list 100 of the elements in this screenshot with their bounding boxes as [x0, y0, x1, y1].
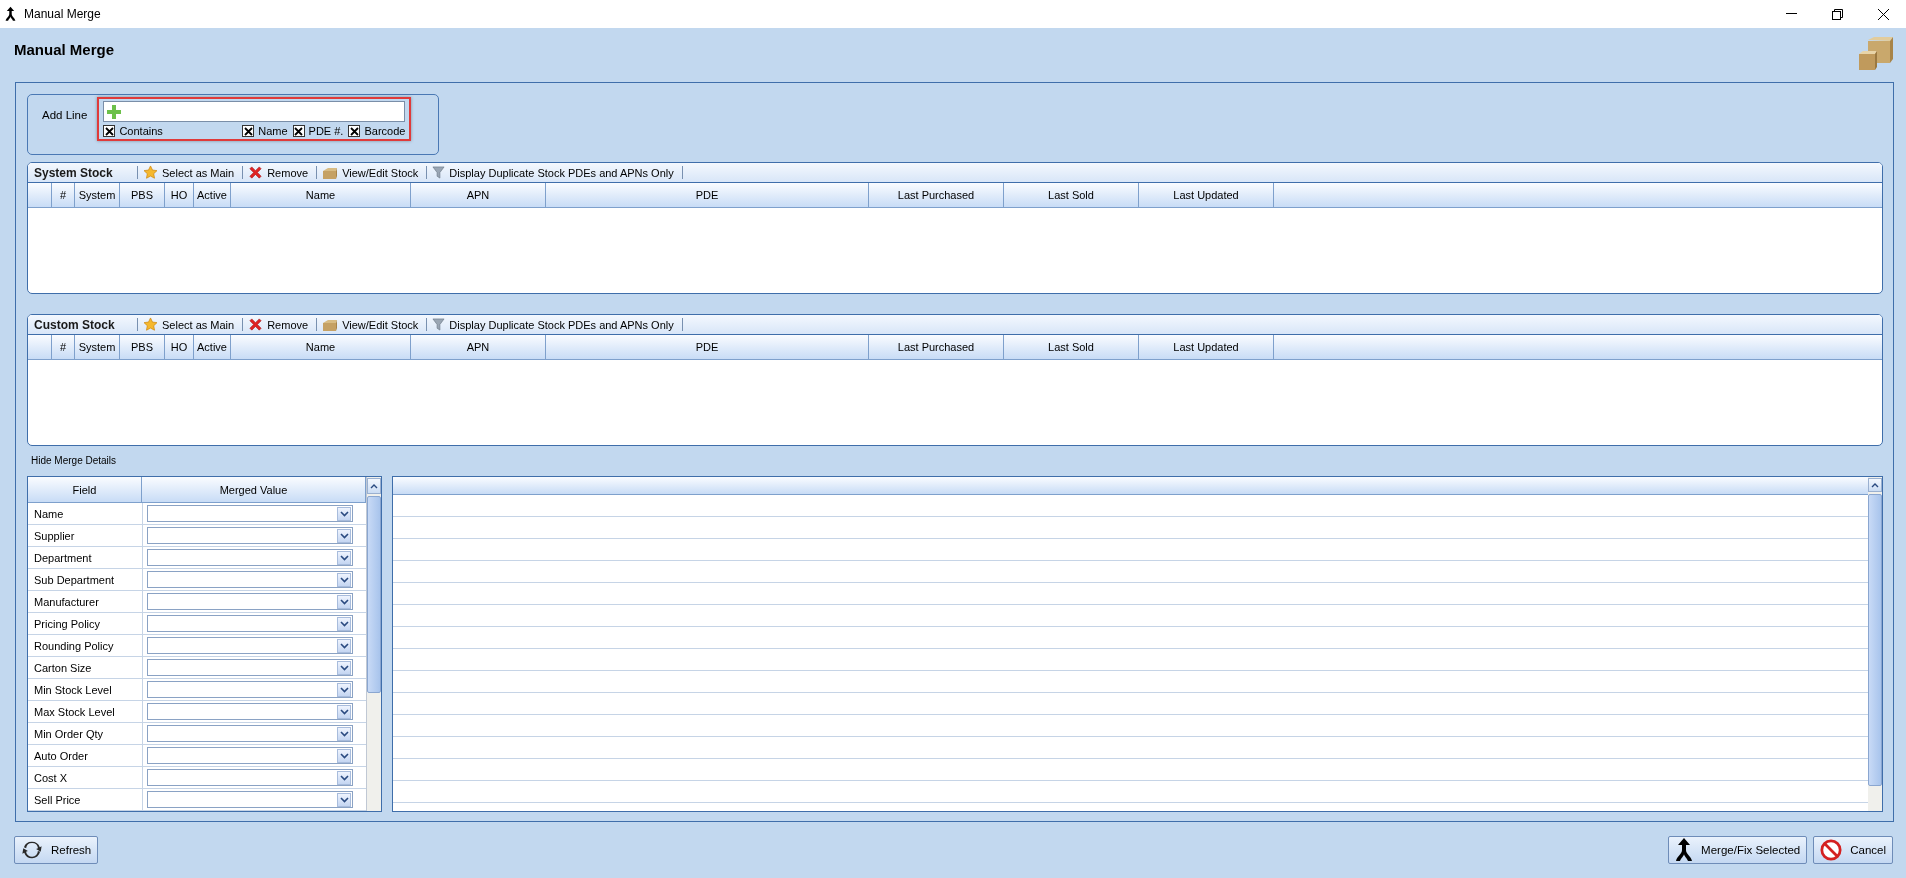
column-header[interactable]: Last Purchased	[869, 335, 1004, 359]
column-header[interactable]: Last Updated	[1139, 335, 1274, 359]
chevron-down-icon	[339, 708, 349, 715]
toolbar-button[interactable]: Select as Main	[141, 164, 240, 181]
field-label: Cost X	[28, 767, 143, 788]
checkbox[interactable]	[292, 125, 305, 137]
panel-title: System Stock	[34, 165, 114, 180]
field-label: Department	[28, 547, 143, 568]
column-header[interactable]: Active	[194, 335, 231, 359]
chevron-down-icon	[339, 642, 349, 649]
checkbox-label: PDE #.	[308, 125, 344, 137]
field-label: Add Line	[42, 109, 88, 123]
window-title: Manual Merge	[24, 7, 101, 21]
column-header[interactable]: HO	[165, 183, 194, 207]
column-header[interactable]: Name	[231, 183, 411, 207]
dropdown-field[interactable]	[147, 571, 353, 588]
toolbar-button[interactable]: Select as Main	[141, 316, 240, 333]
toggle-link[interactable]: Hide Merge Details	[31, 454, 117, 466]
chevron-down-icon	[339, 686, 349, 693]
toolbar-button[interactable]: Display Duplicate Stock PDEs and APNs Only	[430, 316, 679, 333]
refresh-icon	[21, 839, 43, 861]
toolbar-button[interactable]: View/Edit Stock	[320, 164, 424, 181]
no-entry-icon	[1820, 839, 1843, 861]
chevron-down-icon	[339, 664, 349, 671]
x-icon	[248, 317, 264, 332]
plus-icon	[107, 104, 122, 119]
chevron-down-icon	[339, 532, 349, 539]
boxes-icon	[1858, 36, 1894, 72]
box-icon	[322, 317, 339, 332]
column-header[interactable]: HO	[165, 335, 194, 359]
dropdown-field[interactable]	[147, 659, 353, 676]
column-header[interactable]: Last Sold	[1004, 335, 1139, 359]
x-icon	[248, 165, 264, 180]
chevron-down-icon	[339, 576, 349, 583]
checkbox-label: Name	[258, 125, 288, 137]
field-label: Pricing Policy	[28, 613, 143, 634]
column-header[interactable]: System	[75, 335, 120, 359]
column-header[interactable]: PBS	[120, 335, 165, 359]
field-label: Sell Price	[28, 789, 143, 810]
scrollbar[interactable]	[1868, 477, 1882, 811]
field-label: Manufacturer	[28, 591, 143, 612]
chevron-up-icon	[1871, 482, 1879, 488]
chevron-down-icon	[339, 620, 349, 627]
chevron-down-icon	[339, 510, 349, 517]
field-label: Carton Size	[28, 657, 143, 678]
star-icon	[143, 165, 158, 180]
scrollbar[interactable]	[366, 477, 381, 811]
field-label: Auto Order	[28, 745, 143, 766]
column-header[interactable]: Last Purchased	[869, 183, 1004, 207]
checkbox[interactable]	[348, 125, 361, 137]
app-icon	[5, 6, 16, 22]
column-header[interactable]: PBS	[120, 183, 165, 207]
dropdown-field[interactable]	[147, 637, 353, 654]
page-title: Manual Merge	[14, 41, 115, 58]
column-header[interactable]: Name	[231, 335, 411, 359]
add-line-field[interactable]	[103, 101, 406, 122]
star-icon	[143, 317, 158, 332]
toolbar-button[interactable]: View/Edit Stock	[320, 316, 424, 333]
column-header[interactable]: PDE	[546, 335, 869, 359]
toolbar-button[interactable]: Remove	[246, 164, 314, 181]
panel-title: Custom Stock	[34, 317, 116, 332]
cancel-button[interactable]: Cancel	[1813, 836, 1893, 864]
dropdown-field[interactable]	[147, 615, 353, 632]
field-label: Supplier	[28, 525, 143, 546]
field-label: Max Stock Level	[28, 701, 143, 722]
toolbar-button[interactable]: Display Duplicate Stock PDEs and APNs Only	[430, 164, 679, 181]
column-header[interactable]: Active	[194, 183, 231, 207]
dropdown-field[interactable]	[147, 747, 353, 764]
field-label: Min Stock Level	[28, 679, 143, 700]
refresh-button[interactable]: Refresh	[14, 836, 99, 864]
column-header[interactable]: System	[75, 183, 120, 207]
column-header[interactable]: Last Updated	[1139, 183, 1274, 207]
dropdown-field[interactable]	[147, 549, 353, 566]
field-label: Min Order Qty	[28, 723, 143, 744]
chevron-down-icon	[339, 774, 349, 781]
column-header[interactable]: #	[52, 335, 75, 359]
column-header[interactable]: APN	[411, 335, 546, 359]
column-header[interactable]: PDE	[546, 183, 869, 207]
column-header[interactable]: #	[52, 183, 75, 207]
dropdown-field[interactable]	[147, 703, 353, 720]
field-label: Name	[28, 503, 143, 524]
column-header[interactable]: Last Sold	[1004, 183, 1139, 207]
dropdown-field[interactable]	[147, 505, 353, 522]
column-header[interactable]: APN	[411, 183, 546, 207]
toolbar-button[interactable]: Remove	[246, 316, 314, 333]
checkbox-label: Barcode	[364, 125, 406, 137]
checkbox[interactable]	[103, 125, 116, 137]
dropdown-field[interactable]	[147, 791, 353, 808]
dropdown-field[interactable]	[147, 681, 353, 698]
chevron-down-icon	[339, 554, 349, 561]
dropdown-field[interactable]	[147, 769, 353, 786]
dropdown-field[interactable]	[147, 593, 353, 610]
field-label: Sub Department	[28, 569, 143, 590]
dropdown-field[interactable]	[147, 527, 353, 544]
column-header[interactable]: Field	[28, 477, 142, 502]
field-label: Rounding Policy	[28, 635, 143, 656]
checkbox[interactable]	[242, 125, 255, 137]
dropdown-field[interactable]	[147, 725, 353, 742]
merge-arrow-icon	[1675, 838, 1694, 862]
merge-button[interactable]: Merge/Fix Selected	[1668, 836, 1808, 864]
